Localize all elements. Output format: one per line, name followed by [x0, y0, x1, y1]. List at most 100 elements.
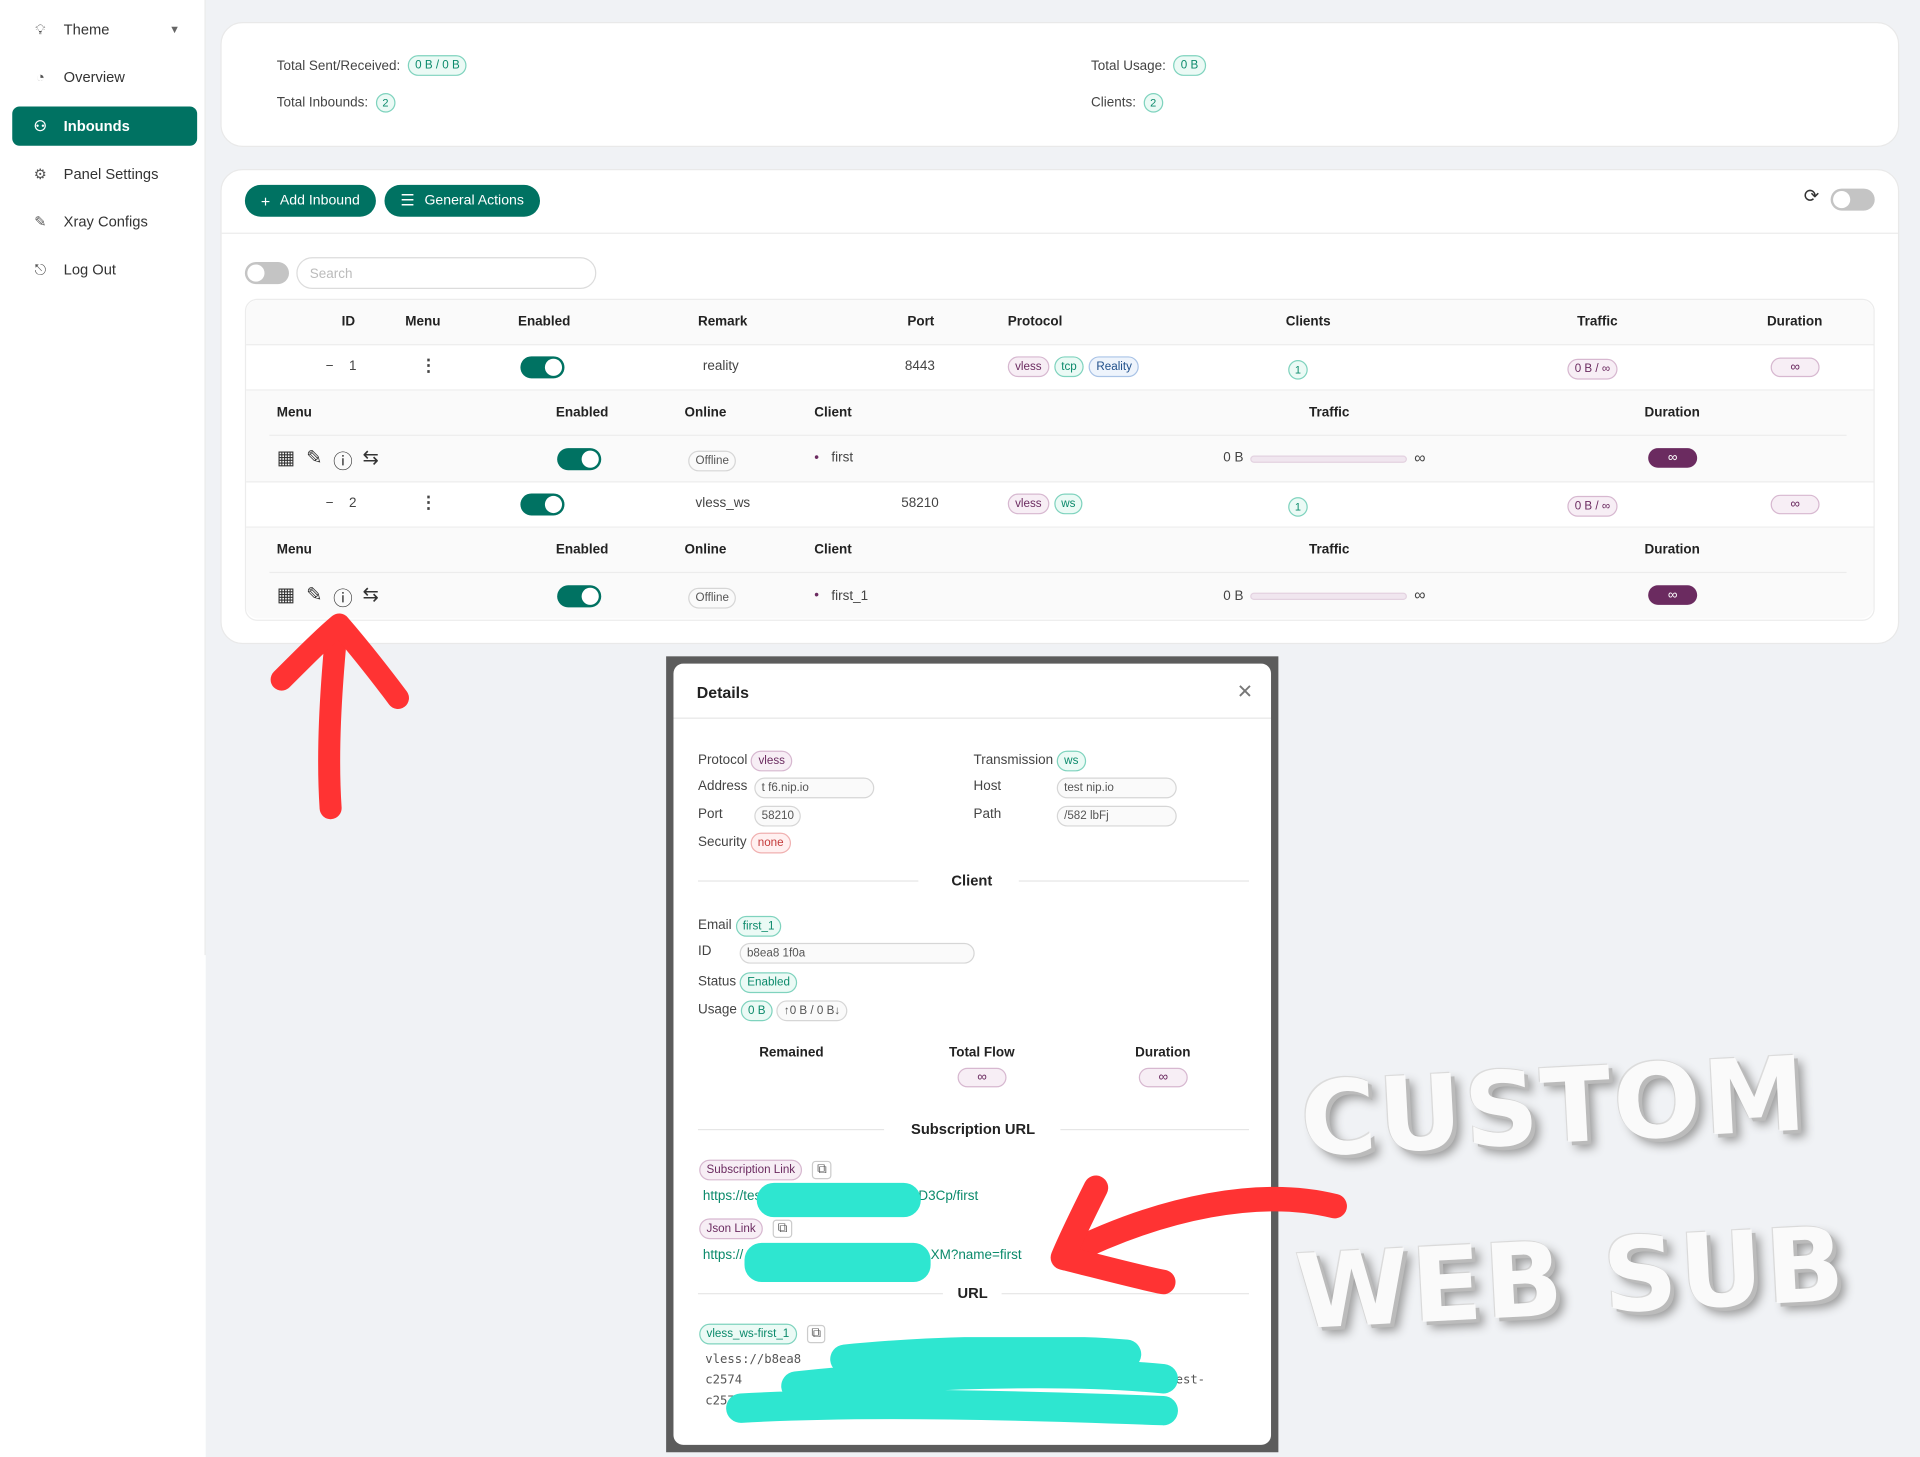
- inbound-enabled-toggle[interactable]: [520, 493, 565, 516]
- client-header-traffic: Traffic: [1308, 542, 1350, 558]
- subscription-link-end[interactable]: D3Cp/first: [918, 1189, 978, 1204]
- edit-icon[interactable]: ✎: [306, 446, 322, 470]
- row-divider: [269, 571, 1847, 574]
- row-protocols: vless tcp Reality: [1007, 356, 1140, 378]
- section-divider: [697, 1128, 885, 1131]
- address-value: t f6.nip.io: [754, 775, 875, 799]
- sidebar-item-theme[interactable]: 💡︎ Theme ▼: [12, 10, 197, 49]
- sidebar-item-inbounds[interactable]: ⚇ Inbounds: [12, 106, 198, 146]
- path-tag: /582 lbFj: [1056, 806, 1177, 827]
- port-value: 58210: [754, 803, 802, 827]
- online-status: Offline: [688, 448, 737, 472]
- security-tag: none: [750, 832, 791, 854]
- collapse-icon[interactable]: −: [326, 496, 334, 511]
- sidebar-item-panel-settings[interactable]: ⚙ Panel Settings: [12, 154, 197, 193]
- auto-refresh-toggle[interactable]: [1830, 188, 1875, 211]
- edit-icon[interactable]: ✎: [306, 583, 322, 607]
- stat-value: 2: [375, 93, 396, 113]
- qrcode-icon[interactable]: ▦: [277, 583, 296, 607]
- stat-value: 0 B / 0 B: [407, 55, 468, 76]
- add-inbound-button[interactable]: + Add Inbound: [244, 184, 376, 217]
- sidebar-item-label: Log Out: [63, 260, 116, 278]
- more-menu-icon[interactable]: ⋮: [420, 355, 437, 376]
- sidebar-item-xray-configs[interactable]: ✎ Xray Configs: [12, 202, 197, 241]
- modal-divider: [673, 717, 1272, 719]
- client-enabled-toggle[interactable]: [557, 448, 602, 471]
- row-divider: [269, 434, 1847, 436]
- button-label: General Actions: [424, 193, 524, 209]
- info-icon[interactable]: ⓘ: [333, 444, 353, 473]
- section-divider: [697, 880, 919, 882]
- client-traffic-used: 0 B: [1223, 450, 1244, 466]
- subscription-link-start[interactable]: https://tes: [703, 1189, 761, 1204]
- search-input[interactable]: Search: [296, 257, 597, 289]
- stat-label: Total Usage:: [1091, 58, 1166, 73]
- inbound-enabled-toggle[interactable]: [520, 356, 565, 379]
- menu-icon: ☰: [400, 191, 415, 210]
- redaction-smudge: [756, 1182, 921, 1218]
- refresh-icon[interactable]: ⟳: [1804, 185, 1819, 207]
- host-value: test nip.io: [1056, 775, 1177, 799]
- port-tag: 58210: [754, 806, 802, 827]
- client-header-menu: Menu: [276, 405, 312, 421]
- client-duration: ∞: [1648, 585, 1698, 605]
- row-traffic: 0 B / ∞: [1567, 493, 1618, 518]
- protocol-label: Protocol: [697, 752, 748, 768]
- client-enabled-toggle[interactable]: [557, 585, 602, 608]
- json-link-end[interactable]: XM?name=first: [931, 1248, 1022, 1263]
- collapse-icon[interactable]: −: [326, 359, 334, 374]
- sidebar-item-log-out[interactable]: ⎋ Log Out: [12, 250, 197, 289]
- details-modal: Details ✕ Protocol vless Transmission ws…: [673, 663, 1272, 1445]
- client-header-online: Online: [684, 542, 727, 558]
- close-icon[interactable]: ✕: [1237, 680, 1253, 704]
- duration-label: Duration: [1135, 1045, 1191, 1061]
- general-actions-button[interactable]: ☰ General Actions: [384, 184, 540, 217]
- row-divider: [246, 344, 1874, 346]
- chevron-down-icon: ▼: [169, 23, 181, 36]
- total-inbounds: Total Inbounds: 2: [277, 93, 396, 113]
- reset-icon[interactable]: ⇆: [362, 446, 378, 470]
- json-link-row: Json Link ⧉: [699, 1218, 793, 1240]
- header-protocol: Protocol: [1007, 314, 1063, 330]
- sidebar-item-label: Overview: [63, 68, 125, 86]
- client-traffic-bar: [1250, 455, 1407, 463]
- usage-row: Usage 0 B ↑0 B / 0 B↓: [697, 1000, 848, 1022]
- copy-icon[interactable]: ⧉: [812, 1160, 832, 1180]
- port-label: Port: [697, 806, 723, 822]
- card-divider: [221, 232, 1898, 234]
- usage-label: Usage: [697, 1002, 737, 1018]
- row-clients: 1: [1288, 495, 1308, 517]
- clients-count: 1: [1288, 360, 1308, 380]
- header-clients: Clients: [1285, 314, 1331, 330]
- row-port: 58210: [901, 495, 939, 511]
- json-link-start[interactable]: https://: [703, 1248, 743, 1263]
- traffic-tag: 0 B / ∞: [1567, 496, 1618, 518]
- qrcode-icon[interactable]: ▦: [277, 446, 296, 470]
- copy-icon[interactable]: ⧉: [772, 1219, 793, 1238]
- client-dot-icon: •: [814, 587, 820, 603]
- more-menu-icon[interactable]: ⋮: [420, 492, 437, 513]
- duration-tag: ∞: [1138, 1067, 1188, 1088]
- client-duration: ∞: [1648, 448, 1698, 468]
- network-tag: tcp: [1053, 356, 1085, 378]
- url-section-title: URL: [957, 1284, 988, 1302]
- client-header-duration: Duration: [1644, 542, 1700, 558]
- stat-value: 0 B: [1173, 55, 1206, 76]
- header-menu: Menu: [405, 314, 441, 330]
- filter-toggle[interactable]: [244, 262, 289, 285]
- header-remark: Remark: [697, 314, 748, 330]
- reset-icon[interactable]: ⇆: [362, 583, 378, 607]
- id-value: b8ea8 1f0a: [739, 940, 975, 964]
- transmission-tag: ws: [1056, 750, 1086, 772]
- header-enabled: Enabled: [517, 314, 571, 330]
- sidebar-item-overview[interactable]: ◔ Overview: [12, 58, 197, 97]
- client-header-client: Client: [814, 542, 852, 558]
- path-label: Path: [973, 806, 1002, 822]
- status-label: Status: [697, 974, 737, 990]
- network-tag: ws: [1053, 493, 1083, 515]
- offline-tag: Offline: [688, 588, 737, 609]
- sidebar-item-label: Xray Configs: [63, 213, 148, 231]
- subscription-section-title: Subscription URL: [911, 1120, 1036, 1138]
- tool-icon: ✎: [34, 213, 47, 231]
- row-remark: vless_ws: [695, 495, 751, 511]
